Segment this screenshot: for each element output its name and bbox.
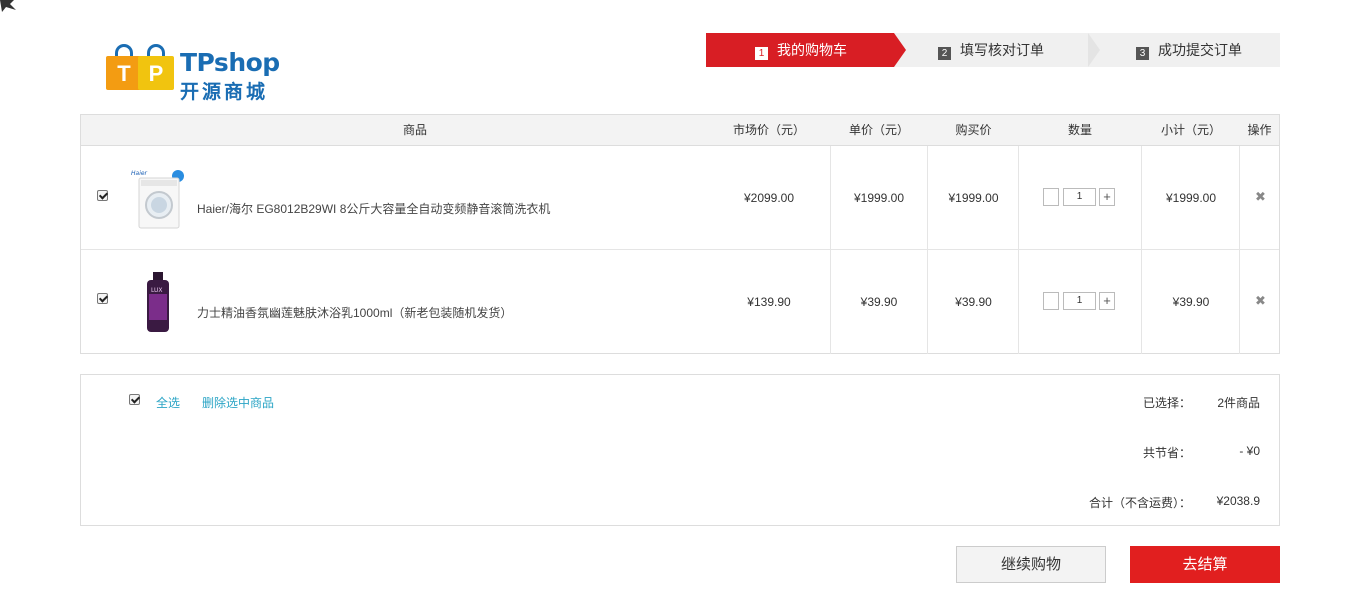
buy-price: ¥1999.00 [948,191,999,205]
cart-summary: 全选 删除选中商品 已选择： 2件商品 共节省： - ¥0 合计（不含运费）： … [80,374,1280,526]
step-arrow [1088,33,1100,67]
brand-subtitle: 开源商城 [180,81,269,103]
quantity-stepper: 1 + [1043,188,1115,206]
header-buy-price: 购买价 [955,123,992,137]
row-checkbox[interactable] [97,190,108,201]
product-name[interactable]: 力士精油香氛幽莲魅肤沐浴乳1000ml（新老包装随机发货） [197,304,512,321]
shopping-bag-icon: P [138,56,174,90]
subtotal: ¥39.90 [1172,295,1210,309]
step-submit-success: 3 成功提交订单 [1088,33,1280,67]
total-value: ¥2038.9 [1216,494,1260,508]
buy-price: ¥39.90 [955,295,992,309]
table-row: LUX 力士精油香氛幽莲魅肤沐浴乳1000ml（新老包装随机发货） ¥139.9… [81,250,1279,354]
table-header: 商品 市场价（元） 单价（元） 购买价 数量 小计（元） 操作 [81,115,1279,146]
market-price: ¥2099.00 [743,191,795,205]
step-confirm-order: 2 填写核对订单 [894,33,1088,67]
product-name[interactable]: Haier/海尔 EG8012B29WI 8公斤大容量全自动变频静音滚筒洗衣机 [197,200,550,217]
thumb-brand-label: LUX [151,287,163,294]
step-label: 成功提交订单 [1158,42,1242,58]
brand-name: TPshop [180,48,280,77]
step-label: 填写核对订单 [960,42,1044,58]
saved-value: - ¥0 [1239,444,1260,458]
subtotal: ¥1999.00 [1165,191,1217,205]
step-number: 3 [1136,47,1149,60]
unit-price: ¥39.90 [860,295,898,309]
close-icon[interactable]: ✖ [1255,293,1266,309]
quantity-input[interactable]: 1 [1063,188,1096,206]
quantity-input[interactable]: 1 [1063,292,1096,310]
header-quantity: 数量 [1067,123,1092,137]
header-action: 操作 [1247,123,1272,137]
cart-table: 商品 市场价（元） 单价（元） 购买价 数量 小计（元） 操作 Haier Ha… [80,114,1280,354]
step-label: 我的购物车 [777,42,847,58]
select-all-checkbox[interactable] [129,394,140,405]
row-checkbox[interactable] [97,293,108,304]
delete-selected-link[interactable]: 删除选中商品 [202,394,274,411]
quantity-decrease-button[interactable] [1043,292,1059,310]
quantity-stepper: 1 + [1043,292,1115,310]
header-unit-price: 单价（元） [848,123,909,137]
washing-machine-thumbnail[interactable]: Haier [131,168,187,230]
quantity-decrease-button[interactable] [1043,188,1059,206]
quantity-increase-button[interactable]: + [1099,292,1115,310]
continue-shopping-button[interactable]: 继续购物 [956,546,1106,583]
checkout-button[interactable]: 去结算 [1130,546,1280,583]
unit-price: ¥1999.00 [853,191,905,205]
selected-count-value: 2件商品 [1217,396,1260,410]
checkout-steps: 1 我的购物车 2 填写核对订单 3 成功提交订单 [706,33,1280,67]
thumb-brand-label: Haier [131,170,148,177]
quantity-increase-button[interactable]: + [1099,188,1115,206]
step-cart: 1 我的购物车 [706,33,894,67]
close-icon[interactable]: ✖ [1255,189,1266,205]
header-product: 商品 [402,123,427,137]
table-row: Haier Haier/海尔 EG8012B29WI 8公斤大容量全自动变频静音… [81,146,1279,250]
shopping-bag-icon: T [106,56,142,90]
header-subtotal: 小计（元） [1160,123,1221,137]
step-number: 2 [938,47,951,60]
header-market-price: 市场价（元） [732,123,805,137]
selected-count-label: 已选择： [1142,396,1191,410]
step-number: 1 [755,47,768,60]
market-price: ¥139.90 [747,295,791,309]
saved-label: 共节省： [1142,446,1191,460]
total-label: 合计（不含运费）： [1088,496,1191,510]
body-wash-thumbnail[interactable]: LUX [131,272,187,334]
step-arrow [894,33,906,67]
corner-decoration-icon [0,0,16,12]
select-all-link[interactable]: 全选 [156,394,180,411]
site-logo[interactable]: T P TPshop 开源商城 [106,42,286,103]
